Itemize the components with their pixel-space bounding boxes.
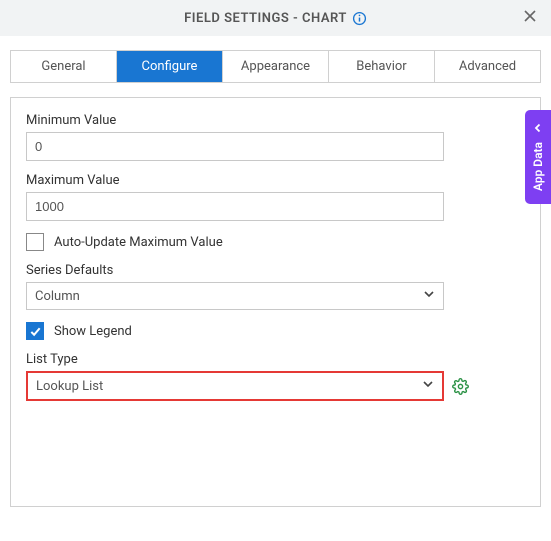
tab-general[interactable]: General <box>11 51 117 82</box>
chevron-down-icon <box>422 378 434 394</box>
chevron-down-icon <box>423 288 435 304</box>
minimum-value-label: Minimum Value <box>26 113 525 128</box>
tab-configure[interactable]: Configure <box>117 51 223 82</box>
info-icon[interactable] <box>352 11 367 26</box>
series-defaults-label: Series Defaults <box>26 263 525 278</box>
list-type-row: Lookup List <box>26 371 525 411</box>
minimum-value-input[interactable] <box>26 132 444 161</box>
show-legend-row: Show Legend <box>26 322 525 340</box>
list-type-value: Lookup List <box>36 379 103 394</box>
maximum-value-input[interactable] <box>26 192 444 221</box>
app-data-sidetab[interactable]: App Data <box>525 110 551 204</box>
dialog-title: FIELD SETTINGS - CHART <box>184 11 347 26</box>
tab-advanced[interactable]: Advanced <box>435 51 540 82</box>
tabs: General Configure Appearance Behavior Ad… <box>10 50 541 83</box>
tabs-container: General Configure Appearance Behavior Ad… <box>0 36 551 83</box>
dialog-title-row: FIELD SETTINGS - CHART <box>184 11 367 26</box>
auto-update-row: Auto-Update Maximum Value <box>26 233 525 251</box>
configure-panel: Minimum Value Maximum Value Auto-Update … <box>10 97 541 507</box>
close-icon[interactable] <box>519 5 541 31</box>
app-data-label: App Data <box>531 142 545 191</box>
auto-update-label: Auto-Update Maximum Value <box>54 235 223 250</box>
series-defaults-select[interactable]: Column <box>26 282 444 310</box>
maximum-value-label: Maximum Value <box>26 173 525 188</box>
dialog-header: FIELD SETTINGS - CHART <box>0 0 551 36</box>
show-legend-label: Show Legend <box>54 324 132 339</box>
gear-icon[interactable] <box>452 378 469 395</box>
series-defaults-value: Column <box>35 289 80 304</box>
show-legend-checkbox[interactable] <box>26 322 44 340</box>
list-type-label: List Type <box>26 352 525 367</box>
chevron-left-icon <box>533 123 543 136</box>
list-type-select[interactable]: Lookup List <box>26 371 444 401</box>
tab-behavior[interactable]: Behavior <box>329 51 435 82</box>
tab-appearance[interactable]: Appearance <box>223 51 329 82</box>
auto-update-checkbox[interactable] <box>26 233 44 251</box>
